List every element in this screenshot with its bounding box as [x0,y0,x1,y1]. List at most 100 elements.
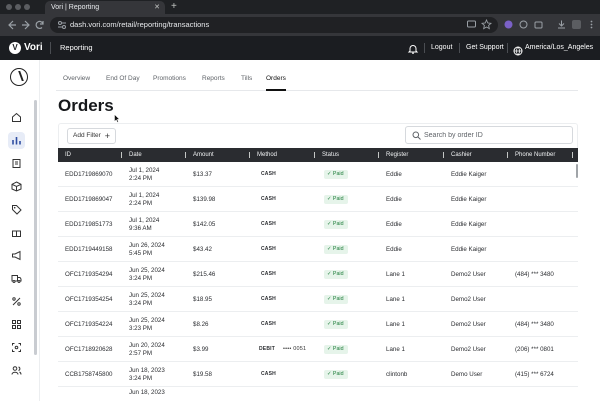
app-section-title: Reporting [60,43,93,52]
table-row[interactable]: OFC1719354254 Jun 25, 2024 3:24 PM $18.95… [58,287,578,312]
date-cell: Jun 18, 2023 3:24 PM [129,367,165,383]
window-minimize-button[interactable] [15,4,21,10]
status-badge: ✓ Paid [324,345,348,354]
order-id-cell: EDD1719869070 [65,171,113,178]
status-badge: ✓ Paid [324,220,348,229]
new-tab-button[interactable]: + [171,1,177,13]
table-row[interactable]: EDD1719869070 Jul 1, 2024 2:24 PM $13.37 … [58,162,578,187]
get-support-link[interactable]: Get Support [466,36,504,60]
users-icon[interactable] [8,362,25,379]
home-icon[interactable] [8,109,25,126]
column-resize-handle[interactable] [572,152,573,158]
phone-cell: (484) *** 3480 [515,271,554,278]
column-resize-handle[interactable] [443,152,444,158]
column-header-amount[interactable]: Amount [193,148,214,162]
table-row[interactable]: OFC1718920628 Jun 20, 2024 2:57 PM $3.99 … [58,337,578,362]
date-text: Jun 25, 2024 [129,317,165,324]
tab-reports[interactable]: Reports [202,70,225,88]
extensions-puzzle-icon[interactable] [533,19,544,30]
app-logo-text: Vori [24,42,43,53]
column-header-cashier[interactable]: Cashier [451,148,472,162]
chart-icon[interactable] [8,132,25,149]
window-close-button[interactable] [6,4,12,10]
search-input[interactable] [424,129,569,141]
timezone-selector[interactable]: America/Los_Angeles [525,36,593,60]
column-resize-handle[interactable] [507,152,508,158]
column-resize-handle[interactable] [185,152,186,158]
column-header-register[interactable]: Register [386,148,408,162]
forward-icon[interactable] [20,18,32,32]
phone-cell: (206) *** 0801 [515,346,554,353]
mouse-cursor-icon [114,114,120,123]
amount-cell: $142.05 [193,221,216,228]
order-id-cell: EDD1719851773 [65,221,113,228]
column-header-id[interactable]: ID [65,148,71,162]
address-bar[interactable]: dash.vori.com/retail/reporting/transacti… [50,17,498,33]
table-row[interactable]: EDD1719449158 Jun 26, 2024 5:45 PM $43.42… [58,237,578,262]
receipt-icon[interactable] [8,155,25,172]
site-info-icon[interactable] [57,20,67,30]
table-row[interactable]: Jun 18, 2023 [58,387,578,401]
table-row[interactable]: EDD1719869047 Jul 1, 2024 2:24 PM $139.98… [58,187,578,212]
sidebar-scrollbar[interactable] [34,100,37,355]
menu-dots-icon[interactable] [586,19,597,30]
truck-icon[interactable] [8,270,25,287]
phone-cell: (484) *** 3480 [515,321,554,328]
tab-close-icon[interactable]: ✕ [154,1,160,14]
box-icon[interactable] [8,178,25,195]
column-resize-handle[interactable] [314,152,315,158]
browser-tab[interactable]: Vori | Reporting ✕ [45,1,165,14]
logout-link[interactable]: Logout [431,36,452,60]
status-text: Paid [332,271,344,277]
table-scrollbar[interactable] [576,164,578,178]
tab-orders[interactable]: Orders [266,70,286,91]
column-resize-handle[interactable] [378,152,379,158]
percent-icon[interactable] [8,293,25,310]
browser-tab-bar: Vori | Reporting ✕ + [0,0,600,14]
header-divider [424,43,425,53]
tab-promotions[interactable]: Promotions [153,70,186,88]
back-icon[interactable] [6,18,18,32]
gift-icon[interactable] [8,224,25,241]
bell-icon[interactable] [407,42,419,54]
status-text: Paid [332,171,344,177]
add-filter-button[interactable]: Add Filter + [67,128,116,144]
order-search-box[interactable] [405,126,573,144]
scan-icon[interactable] [8,339,25,356]
vori-logo-icon: V [9,42,21,54]
tab-overview[interactable]: Overview [63,70,90,88]
profile-icon[interactable] [571,19,582,30]
column-resize-handle[interactable] [249,152,250,158]
vori-logo-icon[interactable] [10,68,28,86]
megaphone-icon[interactable] [8,247,25,264]
extension-icon-2[interactable] [518,19,529,30]
method-cell: CASH [261,187,276,212]
cashier-cell: Eddie Kaiger [451,171,487,178]
window-zoom-button[interactable] [24,4,30,10]
table-row[interactable]: OFC1719354224 Jun 25, 2024 3:23 PM $8.26 … [58,312,578,337]
column-header-status[interactable]: Status [322,148,339,162]
column-header-date[interactable]: Date [129,148,142,162]
download-icon[interactable] [556,19,567,30]
time-text: 2:24 PM [129,175,153,182]
extension-icon[interactable] [503,19,514,30]
status-badge: ✓ Paid [324,320,348,329]
tab-end-of-day[interactable]: End Of Day [106,70,140,88]
cast-icon[interactable] [466,19,477,30]
bookmark-star-icon[interactable] [480,18,493,30]
register-cell: Lane 1 [386,346,405,353]
tab-tills[interactable]: Tills [241,70,252,88]
column-resize-handle[interactable] [121,152,122,158]
table-row[interactable]: CCB1758745800 Jun 18, 2023 3:24 PM $19.58… [58,362,578,387]
browser-toolbar: dash.vori.com/retail/reporting/transacti… [0,14,600,36]
register-cell: Lane 1 [386,321,405,328]
column-header-phone[interactable]: Phone Number [515,148,555,162]
column-header-method[interactable]: Method [257,148,277,162]
method-cell: CASH [261,262,276,287]
table-row[interactable]: OFC1719354294 Jun 25, 2024 3:24 PM $215.4… [58,262,578,287]
grid-icon[interactable] [8,316,25,333]
phone-cell: (415) *** 6724 [515,371,554,378]
tag-icon[interactable] [8,201,25,218]
reload-icon[interactable] [34,18,46,32]
table-row[interactable]: EDD1719851773 Jul 1, 2024 9:36 AM $142.05… [58,212,578,237]
